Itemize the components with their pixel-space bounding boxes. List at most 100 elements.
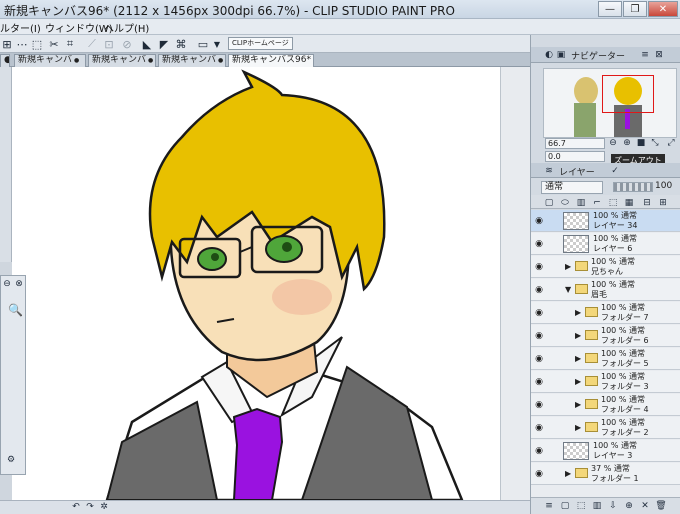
- invert-selection-icon[interactable]: ⬚: [30, 37, 44, 51]
- eye-icon[interactable]: ◉: [534, 331, 544, 341]
- chevron-down-icon[interactable]: ▼: [565, 285, 573, 295]
- draft-layer-icon[interactable]: ⊞: [657, 197, 669, 209]
- eye-icon[interactable]: ◉: [534, 400, 544, 410]
- new-folder-icon[interactable]: ▥: [575, 197, 587, 209]
- reference-layer-icon[interactable]: ⬚: [607, 197, 619, 209]
- layer-row[interactable]: ◉ ▶ 100 % 通常 フォルダー 2: [531, 417, 680, 439]
- eye-icon[interactable]: ◉: [534, 216, 544, 226]
- layer-row[interactable]: ◉ 100 % 通常 レイヤー 3: [531, 440, 680, 462]
- tab-close-icon[interactable]: ●: [148, 57, 153, 64]
- chevron-right-icon[interactable]: ▶: [575, 308, 583, 318]
- chevron-down-icon[interactable]: ▼: [210, 37, 224, 51]
- menu-filter[interactable]: ルター(I): [0, 20, 41, 35]
- select-all-icon[interactable]: ⊞: [0, 37, 14, 51]
- display-icon[interactable]: ▭: [196, 37, 210, 51]
- chevron-right-icon[interactable]: ▶: [575, 423, 583, 433]
- eye-icon[interactable]: ◉: [534, 308, 544, 318]
- zoom-in-icon[interactable]: ⊕: [621, 137, 633, 149]
- trash-icon[interactable]: 🗑: [655, 500, 667, 512]
- tab-close-icon[interactable]: ●: [74, 57, 79, 64]
- layer-list[interactable]: ◉ 100 % 通常 レイヤー 34 ◉ 100 % 通常 レイヤー 6 ◉ ▶ 100 % 通…: [531, 210, 680, 497]
- close-icon[interactable]: ⊗: [13, 278, 25, 290]
- transform-icon[interactable]: ⌗: [63, 37, 77, 51]
- opacity-value[interactable]: 100: [655, 181, 672, 191]
- layer-row[interactable]: ◉ 100 % 通常 レイヤー 6: [531, 233, 680, 255]
- panel-menu-icon[interactable]: ⊠: [653, 49, 665, 61]
- rotate-value[interactable]: 0.0: [545, 151, 605, 162]
- delete-layer-icon[interactable]: ✕: [639, 500, 651, 512]
- tab-partial[interactable]: ●: [0, 54, 10, 67]
- layer-row[interactable]: ◉ ▶ 100 % 通常 フォルダー 7: [531, 302, 680, 324]
- layer-row[interactable]: ◉ ▶ 100 % 通常 フォルダー 5: [531, 348, 680, 370]
- snap-grid-icon[interactable]: ⌘: [174, 37, 188, 51]
- minimize-icon[interactable]: ⊖: [1, 278, 13, 290]
- navigator-view-frame[interactable]: [602, 75, 654, 113]
- eye-icon[interactable]: ◉: [534, 423, 544, 433]
- chevron-right-icon[interactable]: ▶: [575, 377, 583, 387]
- new-layer-icon[interactable]: ▢: [559, 500, 571, 512]
- settings-icon[interactable]: ⚙: [5, 454, 17, 466]
- eye-icon[interactable]: ◉: [534, 262, 544, 272]
- eye-icon[interactable]: ◉: [534, 446, 544, 456]
- chevron-right-icon[interactable]: ▶: [565, 469, 573, 479]
- special-ruler-icon[interactable]: ⊘: [120, 37, 134, 51]
- opacity-slider[interactable]: [613, 182, 653, 192]
- combine-icon[interactable]: ⊕: [623, 500, 635, 512]
- new-vector-layer-icon[interactable]: ⬭: [559, 197, 571, 209]
- mask-icon[interactable]: ⊟: [641, 197, 653, 209]
- eye-icon[interactable]: ◉: [534, 285, 544, 295]
- new-vector-icon[interactable]: ⬚: [575, 500, 587, 512]
- rotate-left-icon[interactable]: ↶: [70, 501, 82, 513]
- zoom-value[interactable]: 66.7: [545, 138, 605, 149]
- restore-button[interactable]: ❐: [623, 1, 647, 17]
- eye-icon[interactable]: ◉: [534, 239, 544, 249]
- check-icon[interactable]: ✓: [609, 165, 621, 177]
- ruler-snap-icon[interactable]: ⊡: [102, 37, 116, 51]
- layer-row[interactable]: ◉ ▶ 100 % 通常 フォルダー 6: [531, 325, 680, 347]
- flip-icon[interactable]: ⤢: [665, 137, 677, 149]
- navigator-icon[interactable]: ▣: [555, 49, 567, 61]
- canvas-tab[interactable]: 新規キャンバ ●: [158, 54, 226, 67]
- canvas-tab[interactable]: 新規キャンバ ●: [14, 54, 86, 67]
- tab-close-icon[interactable]: ●: [218, 57, 223, 64]
- tab-close-icon[interactable]: ●: [313, 57, 314, 64]
- blend-mode-select[interactable]: 通常: [541, 181, 603, 194]
- rotate-right-icon[interactable]: ↷: [84, 501, 96, 513]
- layer-row[interactable]: ◉ 100 % 通常 レイヤー 34: [531, 210, 680, 232]
- minimize-button[interactable]: —: [598, 1, 622, 17]
- chevron-right-icon[interactable]: ▶: [575, 354, 583, 364]
- layer-row[interactable]: ◉ ▶ 100 % 通常 フォルダー 4: [531, 394, 680, 416]
- menu-window[interactable]: ウィンドウ(W): [45, 20, 113, 35]
- layer-row[interactable]: ◉ ▶ 100 % 通常 フォルダー 3: [531, 371, 680, 393]
- merge-down-icon[interactable]: ⇩: [607, 500, 619, 512]
- stack-icon[interactable]: ≡: [543, 500, 555, 512]
- canvas[interactable]: [12, 67, 530, 500]
- canvas-vertical-scrollbar[interactable]: [500, 67, 530, 500]
- chevron-right-icon[interactable]: ▶: [565, 262, 573, 272]
- layer-icon[interactable]: ≋: [543, 165, 555, 177]
- menu-help[interactable]: ヘルプ(H): [104, 20, 149, 35]
- color-icon[interactable]: ◐: [543, 49, 555, 61]
- layer-row[interactable]: ◉ ▶ 100 % 通常 兄ちゃん: [531, 256, 680, 278]
- canvas-tab-active[interactable]: 新規キャンバス96*●: [228, 54, 314, 67]
- close-button[interactable]: ✕: [648, 1, 678, 17]
- navigator-preview[interactable]: [543, 68, 677, 138]
- new-raster-layer-icon[interactable]: ▢: [543, 197, 555, 209]
- layer-row[interactable]: ◉ ▶ 37 % 通常 フォルダー 1: [531, 463, 680, 485]
- canvas-tab[interactable]: 新規キャンバ ●: [88, 54, 156, 67]
- eye-icon[interactable]: ◉: [534, 377, 544, 387]
- zoom-icon[interactable]: 🔍: [8, 304, 23, 316]
- gear-icon[interactable]: ✲: [98, 501, 110, 513]
- clip-home-button[interactable]: CLIPホームページ: [228, 37, 293, 50]
- artwork-illustration[interactable]: [12, 67, 500, 500]
- snap-ruler-icon[interactable]: ◣: [140, 37, 154, 51]
- crop-icon[interactable]: ✂: [47, 37, 61, 51]
- actual-size-icon[interactable]: ■: [635, 137, 647, 149]
- eye-icon[interactable]: ◉: [534, 354, 544, 364]
- fit-window-icon[interactable]: ⤡: [649, 137, 661, 149]
- lock-icon[interactable]: ▦: [623, 197, 635, 209]
- info-icon[interactable]: ≡: [639, 49, 651, 61]
- new-folder-bottom-icon[interactable]: ▥: [591, 500, 603, 512]
- chevron-right-icon[interactable]: ▶: [575, 331, 583, 341]
- eye-icon[interactable]: ◉: [534, 469, 544, 479]
